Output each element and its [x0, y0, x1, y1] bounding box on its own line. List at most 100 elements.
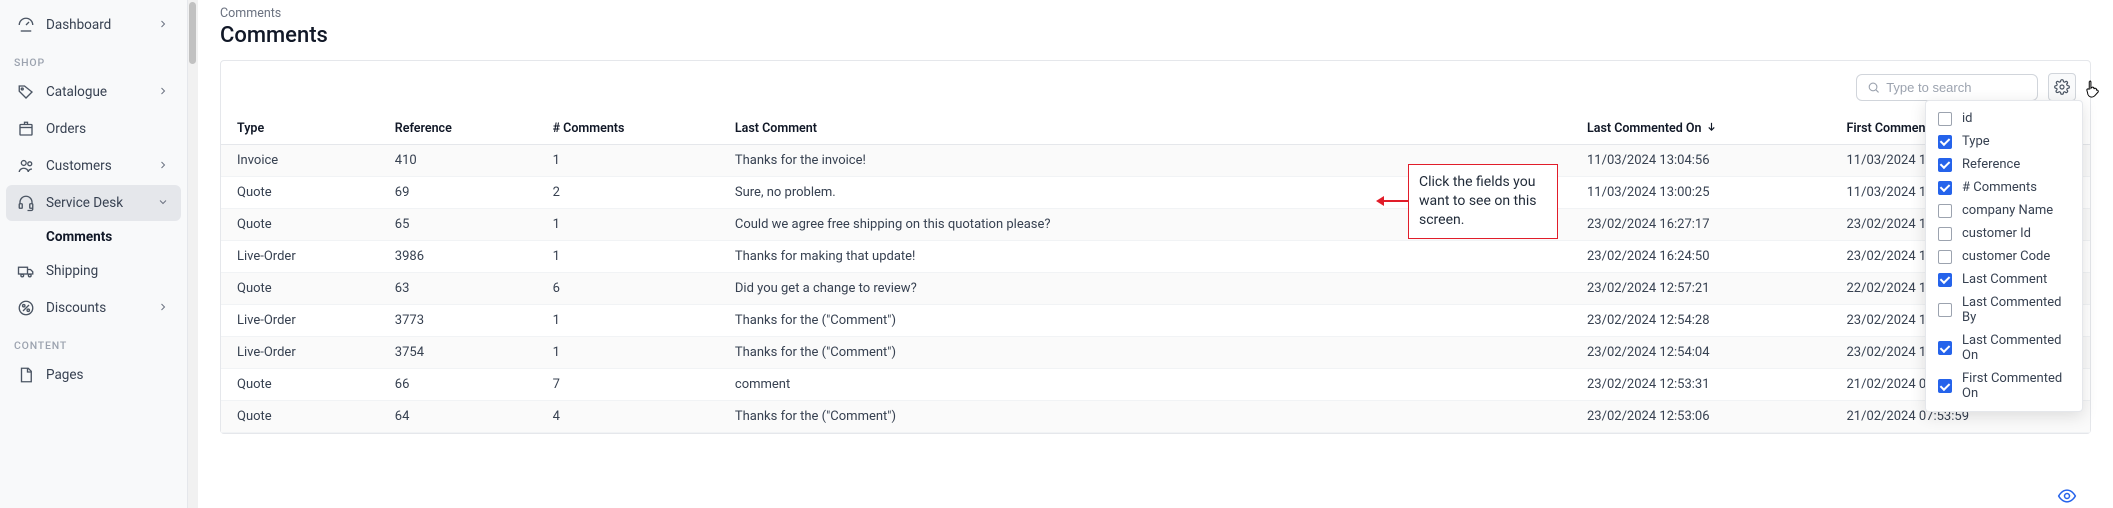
- comments-table: Type Reference # Comments Last Comment L…: [221, 113, 2090, 433]
- cell-lastOn: 23/02/2024 12:54:28: [1571, 305, 1830, 337]
- cell-last: Thanks for making that update!: [719, 241, 1571, 273]
- sidebar-item-orders[interactable]: Orders: [6, 111, 181, 147]
- column-option[interactable]: id: [1926, 107, 2082, 130]
- column-option-label: Type: [1962, 134, 1990, 149]
- cell-ref: 64: [379, 401, 537, 433]
- sidebar-item-catalogue[interactable]: Catalogue: [6, 74, 181, 110]
- checkbox-icon: [1938, 273, 1952, 287]
- sidebar-item-discounts[interactable]: Discounts: [6, 290, 181, 326]
- table-row[interactable]: Live-Order37541Thanks for the ("Comment"…: [221, 337, 2090, 369]
- table-row[interactable]: Quote667comment23/02/2024 12:53:3121/02/…: [221, 369, 2090, 401]
- column-option[interactable]: # Comments: [1926, 176, 2082, 199]
- sort-desc-icon: [1706, 121, 1717, 136]
- column-option-label: First Commented On: [1962, 371, 2070, 401]
- th-reference[interactable]: Reference: [379, 113, 537, 145]
- column-option-label: Last Commented By: [1962, 295, 2070, 325]
- sidebar-item-label: Service Desk: [46, 195, 157, 211]
- sidebar-item-label: Discounts: [46, 300, 157, 316]
- column-chooser-popover: id Type Reference# Comments company Name cus…: [1925, 100, 2083, 412]
- cell-ref: 3754: [379, 337, 537, 369]
- table-row[interactable]: Quote692Sure, no problem.11/03/2024 13:0…: [221, 177, 2090, 209]
- column-option[interactable]: First Commented On: [1926, 367, 2082, 405]
- column-option[interactable]: Last Commented By: [1926, 291, 2082, 329]
- cell-num: 1: [537, 145, 719, 177]
- column-option[interactable]: Last Commented On: [1926, 329, 2082, 367]
- sidebar-item-customers[interactable]: Customers: [6, 148, 181, 184]
- cell-num: 1: [537, 337, 719, 369]
- view-row-icon[interactable]: [2057, 486, 2077, 508]
- cell-num: 1: [537, 241, 719, 273]
- th-type[interactable]: Type: [221, 113, 379, 145]
- sidebar-section-content: CONTENT: [0, 327, 187, 356]
- th-last-commented-on[interactable]: Last Commented On: [1571, 113, 1830, 145]
- chevron-right-icon: [157, 159, 171, 173]
- sidebar-item-label: Orders: [46, 121, 171, 137]
- column-option-label: Last Commented On: [1962, 333, 2070, 363]
- truck-icon: [16, 261, 36, 281]
- column-option-label: company Name: [1962, 203, 2053, 218]
- cell-type: Live-Order: [221, 305, 379, 337]
- table-row[interactable]: Live-Order37731Thanks for the ("Comment"…: [221, 305, 2090, 337]
- file-icon: [16, 365, 36, 385]
- headset-icon: [16, 193, 36, 213]
- sidebar-scrollbar[interactable]: [188, 0, 198, 508]
- search-icon: [1867, 80, 1880, 95]
- sidebar-item-service-desk[interactable]: Service Desk: [6, 185, 181, 221]
- table-row[interactable]: Quote644Thanks for the ("Comment")23/02/…: [221, 401, 2090, 433]
- callout-text: Click the fields you want to see on this…: [1419, 174, 1536, 228]
- gear-icon: [2054, 79, 2070, 95]
- cell-ref: 3986: [379, 241, 537, 273]
- column-option[interactable]: customer Code: [1926, 245, 2082, 268]
- checkbox-icon: [1938, 181, 1952, 195]
- chevron-right-icon: [157, 18, 171, 32]
- sidebar-item-pages[interactable]: Pages: [6, 357, 181, 393]
- checkbox-icon: [1938, 204, 1952, 218]
- table-row[interactable]: Quote651Could we agree free shipping on …: [221, 209, 2090, 241]
- column-option-label: customer Code: [1962, 249, 2050, 264]
- sidebar-item-shipping[interactable]: Shipping: [6, 253, 181, 289]
- search-input[interactable]: [1886, 80, 2027, 95]
- cell-lastOn: 23/02/2024 16:24:50: [1571, 241, 1830, 273]
- column-option[interactable]: Reference: [1926, 153, 2082, 176]
- cell-num: 1: [537, 305, 719, 337]
- cell-ref: 65: [379, 209, 537, 241]
- column-option[interactable]: Type: [1926, 130, 2082, 153]
- th-last-comment[interactable]: Last Comment: [719, 113, 1571, 145]
- cell-type: Live-Order: [221, 337, 379, 369]
- th-num-comments[interactable]: # Comments: [537, 113, 719, 145]
- cell-type: Live-Order: [221, 241, 379, 273]
- breadcrumb[interactable]: Comments: [220, 6, 2091, 21]
- cell-num: 2: [537, 177, 719, 209]
- sidebar-item-label: Shipping: [46, 263, 171, 279]
- cell-last: comment: [719, 369, 1571, 401]
- checkbox-icon: [1938, 341, 1952, 355]
- cell-num: 7: [537, 369, 719, 401]
- main-content: Comments Comments Type Reference # Comme…: [198, 0, 2113, 508]
- table-row[interactable]: Quote636Did you get a change to review?2…: [221, 273, 2090, 305]
- search-input-wrap[interactable]: [1856, 74, 2038, 101]
- table-row[interactable]: Live-Order39861Thanks for making that up…: [221, 241, 2090, 273]
- checkbox-icon: [1938, 379, 1952, 393]
- cell-lastOn: 23/02/2024 12:53:31: [1571, 369, 1830, 401]
- column-option[interactable]: company Name: [1926, 199, 2082, 222]
- sidebar-item-label: Customers: [46, 158, 157, 174]
- table-row[interactable]: Invoice4101Thanks for the invoice!11/03/…: [221, 145, 2090, 177]
- checkbox-icon: [1938, 303, 1952, 317]
- cell-num: 6: [537, 273, 719, 305]
- cell-lastOn: 23/02/2024 12:53:06: [1571, 401, 1830, 433]
- sidebar-item-dashboard[interactable]: Dashboard: [6, 7, 181, 43]
- column-option[interactable]: Last Comment: [1926, 268, 2082, 291]
- checkbox-icon: [1938, 112, 1952, 126]
- sidebar-item-label: Catalogue: [46, 84, 157, 100]
- sidebar-subitem-comments[interactable]: Comments: [6, 222, 181, 252]
- cell-num: 4: [537, 401, 719, 433]
- column-settings-button[interactable]: [2048, 73, 2076, 101]
- cell-type: Quote: [221, 369, 379, 401]
- cell-last: Thanks for the ("Comment"): [719, 305, 1571, 337]
- column-option[interactable]: customer Id: [1926, 222, 2082, 245]
- sidebar: Dashboard SHOP Catalogue Orders Customer…: [0, 0, 188, 508]
- column-option-label: customer Id: [1962, 226, 2031, 241]
- cell-lastOn: 23/02/2024 16:27:17: [1571, 209, 1830, 241]
- cell-ref: 63: [379, 273, 537, 305]
- chevron-down-icon: [157, 196, 171, 210]
